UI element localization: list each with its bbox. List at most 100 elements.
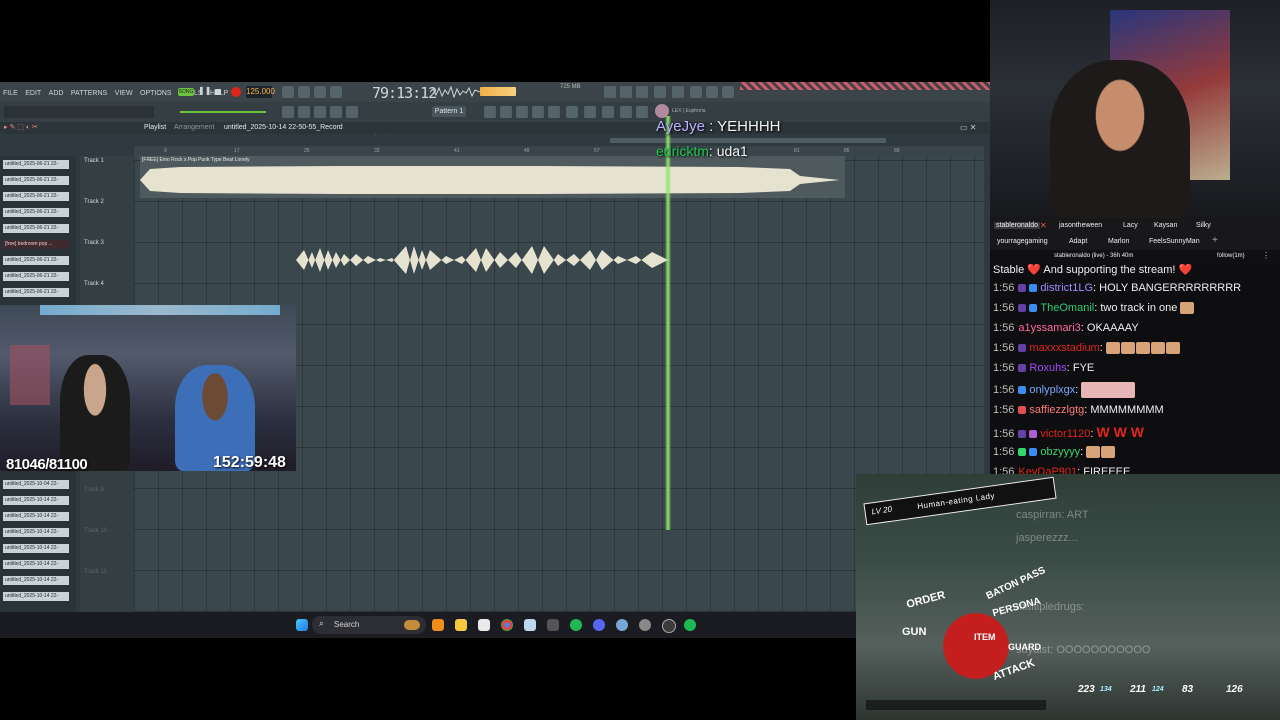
channel-tab[interactable]: jasontheween — [1059, 222, 1102, 229]
track-label[interactable]: Track 4 — [84, 281, 104, 287]
channel-tab[interactable]: Marlon — [1108, 238, 1129, 245]
command-guard[interactable]: GUARD — [1008, 642, 1041, 652]
step-edit-icon[interactable] — [330, 86, 342, 98]
pause-button[interactable]: ❚❚ — [198, 86, 211, 98]
browser-item[interactable]: untitled_2025-06-21 22- — [3, 160, 69, 169]
chat-username[interactable]: a1yssamari3 — [1018, 322, 1080, 334]
mixer-bars-icon[interactable] — [532, 106, 544, 118]
draw-icon[interactable] — [314, 106, 326, 118]
wait-icon[interactable] — [298, 86, 310, 98]
store-icon[interactable] — [478, 619, 490, 631]
browser-item[interactable]: untitled_2025-06-21 22- — [3, 192, 69, 201]
piano-roll-icon[interactable] — [672, 86, 684, 98]
master-volume-slider[interactable] — [180, 111, 266, 113]
playlist-scrollbar[interactable] — [610, 138, 886, 143]
browser-item[interactable]: untitled_2025-06-21 22- — [3, 272, 69, 281]
menu-add[interactable]: ADD — [49, 84, 64, 104]
command-gun[interactable]: GUN — [902, 626, 926, 638]
forward-icon[interactable] — [298, 106, 310, 118]
browser-item[interactable]: untitled_2025-10-14 22- — [3, 496, 69, 505]
mic-icon[interactable] — [566, 106, 578, 118]
chat-username[interactable]: victor1120 — [1040, 428, 1090, 440]
track-label[interactable]: Track 9 — [84, 487, 104, 493]
chat-username[interactable]: TheOmanil — [1040, 302, 1094, 314]
pin-icon[interactable] — [620, 106, 632, 118]
piano-icon[interactable] — [500, 106, 512, 118]
menu-view[interactable]: VIEW — [115, 84, 133, 104]
track-label[interactable]: Track 2 — [84, 199, 104, 205]
discord-icon[interactable] — [593, 619, 605, 631]
browser-item[interactable]: untitled_2025-10-04 22- — [3, 480, 69, 489]
channel-tab[interactable]: Adapt — [1069, 238, 1087, 245]
spotify-icon[interactable] — [684, 619, 696, 631]
channel-tab[interactable]: stableronaldo — [994, 222, 1041, 229]
command-item[interactable]: ITEM — [974, 632, 996, 642]
obs-icon[interactable] — [662, 619, 676, 633]
spotify-icon[interactable] — [570, 619, 582, 631]
track-label[interactable]: Track 1 — [84, 158, 104, 164]
grid-icon[interactable] — [636, 106, 648, 118]
chat-username[interactable]: saffiezzlgtg — [1029, 404, 1084, 416]
link-icon[interactable] — [330, 106, 342, 118]
command-attack[interactable]: ATTACK — [991, 657, 1036, 683]
taskbar-search[interactable]: ⌕ Search — [312, 616, 426, 634]
chat-username[interactable]: Roxuhs — [1029, 362, 1066, 374]
tempo-display[interactable]: 125.000 — [246, 86, 275, 98]
track-label[interactable]: Track 3 — [84, 240, 104, 246]
menu-options[interactable]: OPTIONS — [140, 84, 172, 104]
settings-icon[interactable] — [639, 619, 651, 631]
file-explorer-icon[interactable] — [455, 619, 467, 631]
speaker-icon[interactable] — [602, 106, 614, 118]
more-options-icon[interactable]: ⋮ — [1262, 251, 1270, 260]
browser-item[interactable]: untitled_2025-10-14 22- — [3, 528, 69, 537]
browser-item[interactable]: untitled_2025-06-21 22- — [3, 176, 69, 185]
plugin-db-icon[interactable] — [722, 86, 734, 98]
browser-item[interactable]: untitled_2025-06-21 22- — [3, 288, 69, 297]
chat-username[interactable]: obzyyyy — [1040, 446, 1080, 458]
window-close-icon[interactable]: ▭ ✕ — [960, 122, 976, 134]
touch-icon[interactable] — [584, 106, 596, 118]
steam-icon[interactable] — [524, 619, 536, 631]
browser-item[interactable]: untitled_2025-10-14 22- — [3, 512, 69, 521]
channel-tab[interactable]: Kaysan — [1154, 222, 1177, 229]
track-label[interactable]: Track 11 — [84, 569, 107, 575]
channels-icon[interactable] — [516, 106, 528, 118]
add-tab-button[interactable]: + — [1212, 235, 1218, 246]
browser-item[interactable]: untitled_2025-10-14 22- — [3, 592, 69, 601]
record-button[interactable] — [231, 87, 241, 97]
metronome-icon[interactable] — [282, 86, 294, 98]
browser-item-selected[interactable]: [free] bedroom pop ... — [3, 240, 69, 249]
pattern-select[interactable]: Pattern 1 — [432, 106, 466, 117]
command-persona[interactable]: PERSONA — [991, 596, 1042, 619]
channel-tab[interactable]: Silky — [1196, 222, 1211, 229]
chrome-icon[interactable] — [501, 619, 513, 631]
mixer-icon[interactable] — [636, 86, 648, 98]
song-mode-toggle[interactable]: SONG — [178, 88, 194, 96]
menu-edit[interactable]: EDIT — [25, 84, 41, 104]
browser-item[interactable]: untitled_2025-06-21 22- — [3, 208, 69, 217]
undo-icon[interactable] — [604, 86, 616, 98]
command-order[interactable]: ORDER — [905, 589, 946, 611]
snap-icon[interactable] — [282, 106, 294, 118]
browser-icon[interactable] — [706, 86, 718, 98]
fl-studio-app-icon[interactable] — [432, 619, 444, 631]
browser-item[interactable]: untitled_2025-10-14 22- — [3, 544, 69, 553]
stamp-icon[interactable] — [346, 106, 358, 118]
playlist-icon[interactable] — [484, 106, 496, 118]
channel-tab[interactable]: FeelsSunnyMan — [1149, 238, 1200, 245]
countdown-icon[interactable] — [314, 86, 326, 98]
chat-username[interactable]: maxxxstadium — [1029, 342, 1099, 354]
close-icon[interactable]: ✕ — [1040, 221, 1047, 230]
channel-tab[interactable]: Lacy — [1123, 222, 1138, 229]
stop-button[interactable] — [215, 89, 221, 95]
close-all-icon[interactable] — [620, 86, 632, 98]
playlist-tools[interactable]: ▸ ✎ ⬚ ◐ ✂ — [4, 122, 38, 134]
song-position[interactable]: 79:13:12 — [372, 84, 437, 102]
browser-item[interactable]: untitled_2025-06-21 22- — [3, 224, 69, 233]
chat-username[interactable]: district1LG — [1040, 282, 1093, 294]
chat-username[interactable]: onlyplxgx — [1029, 384, 1075, 396]
help-icon[interactable] — [654, 86, 666, 98]
playhead[interactable] — [665, 116, 671, 530]
windows-start-icon[interactable] — [296, 619, 308, 631]
browser-item[interactable]: untitled_2025-06-21 22- — [3, 256, 69, 265]
